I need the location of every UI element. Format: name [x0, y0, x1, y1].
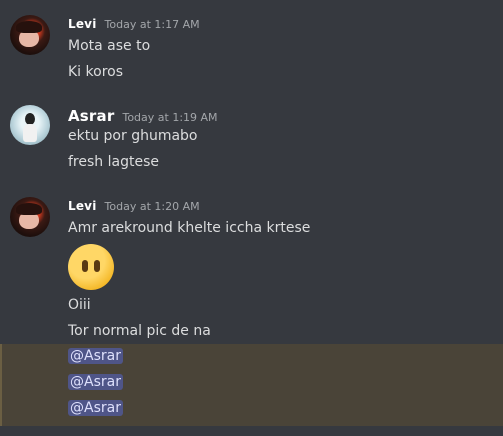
message-text: fresh lagtese: [68, 154, 159, 170]
message-text: Oiii: [68, 297, 91, 313]
emoji-eye: [94, 260, 100, 272]
message-timestamp[interactable]: Today at 1:19 AM: [122, 111, 217, 124]
message-text: Tor normal pic de na: [68, 323, 211, 339]
user-mention[interactable]: @Asrar: [68, 400, 123, 416]
avatar-levi[interactable]: [10, 197, 50, 237]
message-timestamp[interactable]: Today at 1:20 AM: [105, 200, 200, 213]
message-text: Mota ase to: [68, 38, 151, 54]
username-asrar[interactable]: Asrar: [68, 107, 114, 125]
emoji-eye: [82, 260, 88, 272]
message-header: Levi Today at 1:17 AM: [68, 17, 200, 31]
avatar-levi[interactable]: [10, 15, 50, 55]
username-levi[interactable]: Levi: [68, 17, 97, 31]
user-mention[interactable]: @Asrar: [68, 348, 123, 364]
message-text: Amr arekround khelte iccha krtese: [68, 220, 311, 236]
user-mention[interactable]: @Asrar: [68, 374, 123, 390]
face-without-mouth-emoji: [68, 244, 114, 290]
username-levi[interactable]: Levi: [68, 199, 97, 213]
message-header: Levi Today at 1:20 AM: [68, 199, 200, 213]
avatar-asrar[interactable]: [10, 105, 50, 145]
message-text: Ki koros: [68, 64, 124, 80]
message-timestamp[interactable]: Today at 1:17 AM: [105, 18, 200, 31]
message-header: Asrar Today at 1:19 AM: [68, 107, 218, 125]
message-text: ektu por ghumabo: [68, 128, 198, 144]
